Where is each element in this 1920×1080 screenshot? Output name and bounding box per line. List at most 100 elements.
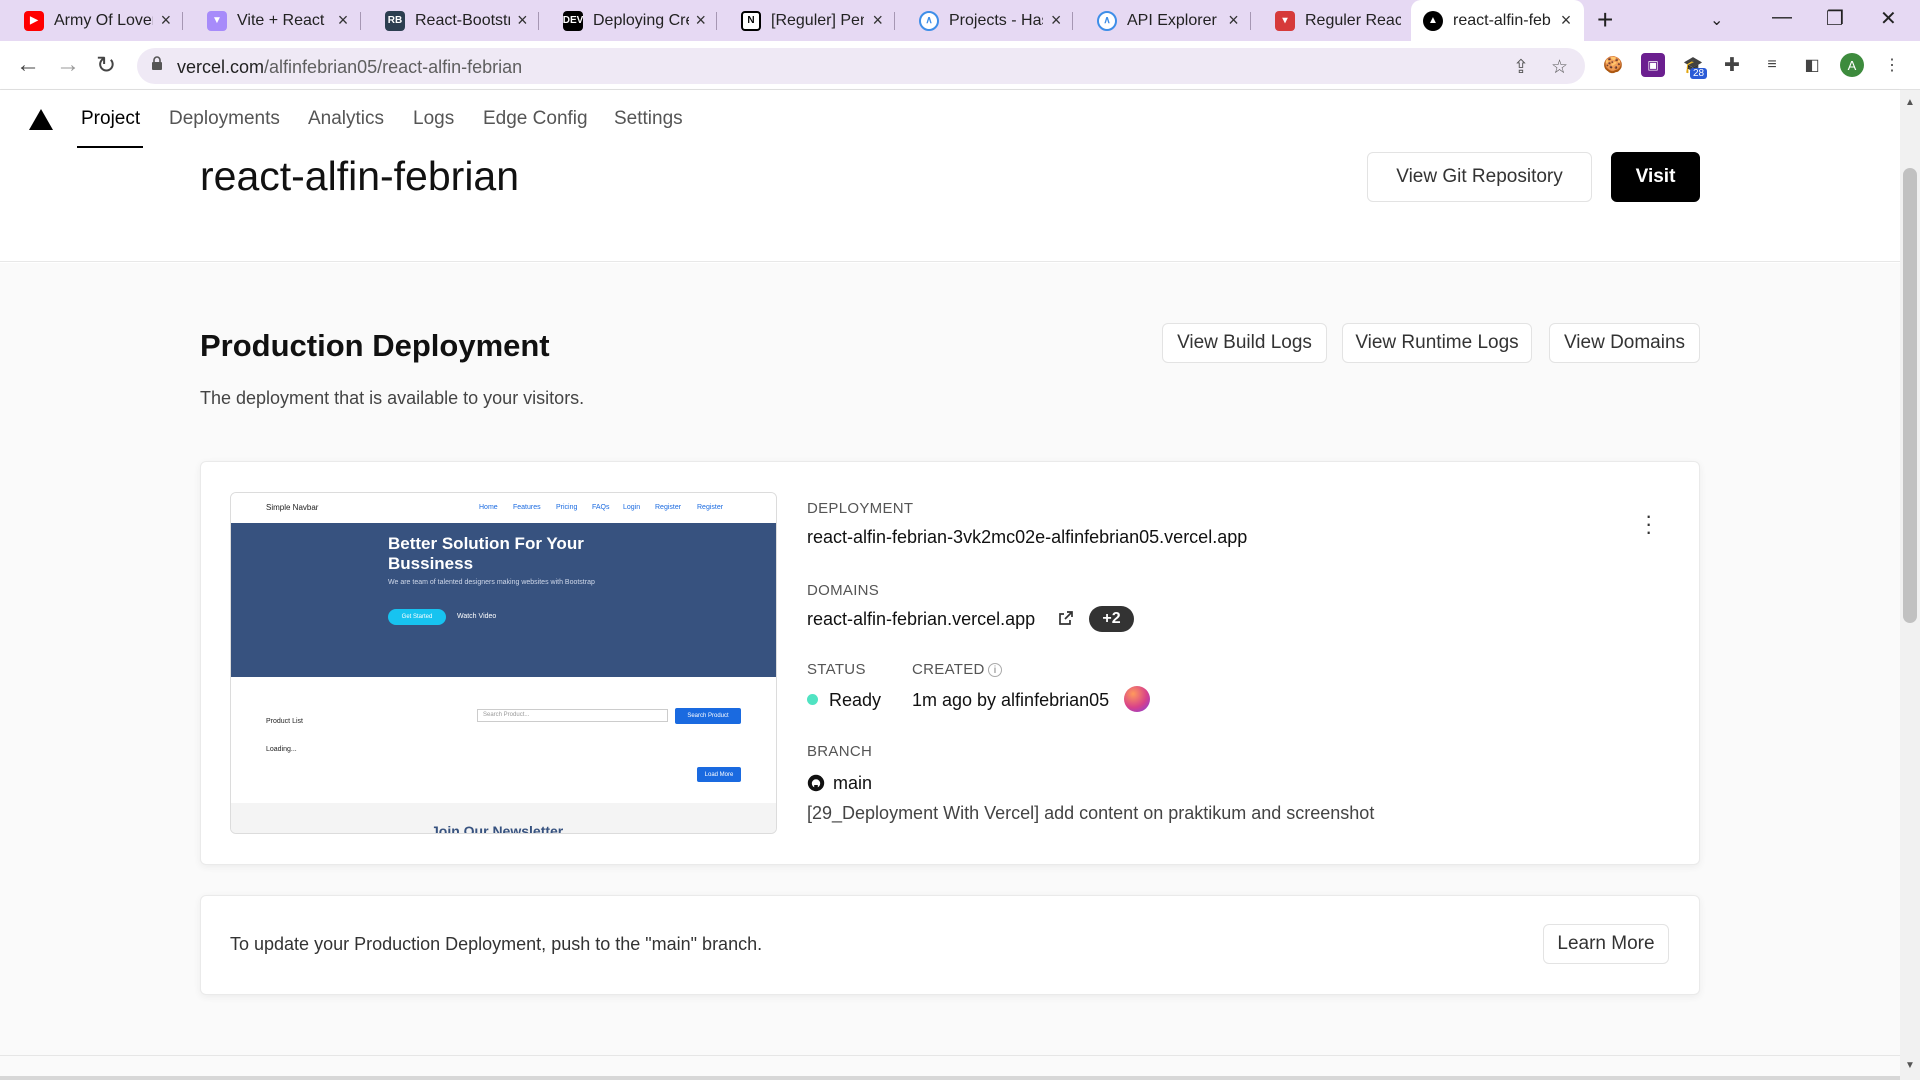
browser-tab-active[interactable]: ▲ react-alfin-feb × [1411, 0, 1584, 41]
reload-icon[interactable]: ↻ [96, 51, 116, 80]
scrollbar-thumb[interactable] [1903, 168, 1917, 623]
preview-nav-link: Features [513, 504, 541, 511]
scroll-up-icon[interactable]: ▲ [1905, 97, 1915, 108]
address-bar[interactable]: vercel.com/alfinfebrian05/react-alfin-fe… [137, 48, 1585, 84]
browser-tab[interactable]: ∧ API Explorer | × [1073, 0, 1251, 41]
browser-menu-icon[interactable]: ⋮ [1880, 53, 1904, 77]
close-tab-icon[interactable]: × [1049, 10, 1063, 31]
preview-nav-link: FAQs [592, 504, 610, 511]
learn-more-button[interactable]: Learn More [1543, 924, 1669, 964]
info-icon[interactable]: i [988, 663, 1002, 677]
tab-deployments[interactable]: Deployments [169, 108, 280, 130]
view-git-repository-button[interactable]: View Git Repository [1367, 152, 1592, 202]
extra-domains-badge[interactable]: +2 [1089, 606, 1134, 632]
view-domains-button[interactable]: View Domains [1549, 323, 1700, 363]
github-icon [807, 774, 825, 792]
view-build-logs-button[interactable]: View Build Logs [1162, 323, 1327, 363]
preview-nav-link: Home [479, 504, 498, 511]
visit-button[interactable]: Visit [1611, 152, 1700, 202]
browser-toolbar: ← → ↻ vercel.com/alfinfebrian05/react-al… [0, 41, 1920, 90]
preview-loading: Loading... [266, 746, 297, 753]
hasura-icon: ∧ [1097, 10, 1117, 31]
cookie-extension-icon[interactable]: 🍪 [1601, 53, 1625, 77]
dev-icon: DEV [563, 10, 583, 31]
preview-search-button: Search Product [675, 708, 741, 724]
browser-tab[interactable]: ▼ Vite + React × [183, 0, 361, 41]
tab-project[interactable]: Project [81, 108, 140, 130]
tab-settings[interactable]: Settings [614, 108, 683, 130]
close-tab-icon[interactable]: × [1558, 10, 1574, 31]
preview-load-more: Load More [697, 767, 741, 782]
extension-icon[interactable]: ▣ [1641, 53, 1665, 77]
preview-watch-video: Watch Video [457, 613, 497, 620]
status-value: Ready [829, 690, 882, 710]
domain-link[interactable]: react-alfin-febrian.vercel.app [807, 609, 1035, 630]
domains-label: DOMAINS [807, 582, 880, 599]
deployment-label: DEPLOYMENT [807, 500, 914, 517]
preview-nav-link: Pricing [556, 504, 578, 511]
bookmark-star-icon[interactable]: ☆ [1551, 56, 1568, 79]
tab-edge-config[interactable]: Edge Config [483, 108, 588, 130]
back-icon[interactable]: ← [16, 51, 40, 79]
url-text: vercel.com/alfinfebrian05/react-alfin-fe… [177, 57, 523, 77]
info-card-text: To update your Production Deployment, pu… [230, 934, 763, 954]
extension-badge: 28 [1690, 68, 1708, 79]
active-tab-indicator [77, 146, 143, 148]
notion-icon: N [741, 10, 761, 31]
browser-tab[interactable]: DEV Deploying Create × [539, 0, 717, 41]
preview-newsletter: Join Our Newsletter [431, 823, 564, 834]
preview-navbar: Simple Navbar Home Features Pricing FAQs… [231, 493, 776, 523]
preview-get-started: Get Started [388, 609, 446, 625]
tab-logs[interactable]: Logs [413, 108, 454, 130]
window-bottom-edge [0, 1076, 1920, 1080]
more-options-icon[interactable]: · · · [1645, 505, 1652, 543]
project-nav: Project Deployments Analytics Logs Edge … [0, 90, 1900, 149]
close-tab-icon[interactable]: × [159, 10, 173, 31]
preview-brand: Simple Navbar [266, 503, 319, 512]
author-avatar[interactable] [1124, 686, 1150, 712]
extensions-puzzle-icon[interactable]: ✚ [1720, 53, 1744, 77]
browser-tab[interactable]: ∧ Projects - Hash × [895, 0, 1073, 41]
status-label: STATUS [807, 661, 866, 678]
media-control-icon[interactable]: ≡ [1760, 53, 1784, 77]
commit-message[interactable]: [29_Deployment With Vercel] add content … [807, 803, 1374, 824]
deployment-url-link[interactable]: react-alfin-febrian-3vk2mc02e-alfinfebri… [807, 527, 1247, 548]
vite-icon: ▼ [207, 10, 227, 31]
project-title: react-alfin-febrian [200, 153, 520, 199]
browser-tab[interactable]: ▾ Reguler React [1251, 0, 1411, 41]
vercel-icon: ▲ [1423, 10, 1443, 31]
preview-hero-title: Better Solution For Your Bussiness [388, 534, 584, 573]
close-tab-icon[interactable]: × [335, 10, 351, 31]
preview-nav-link: Login [623, 504, 641, 511]
view-runtime-logs-button[interactable]: View Runtime Logs [1342, 323, 1532, 363]
lock-icon[interactable] [151, 56, 163, 70]
close-tab-icon[interactable]: × [695, 10, 707, 31]
close-window-icon[interactable]: ✕ [1880, 6, 1897, 31]
tab-strip: ▶ Army Of Lovers × ▼ Vite + React × RB R… [0, 0, 1920, 41]
external-link-icon[interactable] [1058, 610, 1074, 626]
profile-avatar[interactable]: A [1840, 53, 1864, 77]
scroll-down-icon[interactable]: ▼ [1905, 1060, 1915, 1071]
tab-search-icon[interactable]: ⌄ [1710, 10, 1723, 30]
browser-tab[interactable]: N [Reguler] Pem × [717, 0, 895, 41]
forward-icon[interactable]: → [56, 51, 80, 79]
browser-tab[interactable]: RB React-Bootstrap × [361, 0, 539, 41]
divider [0, 1055, 1900, 1056]
branch-value[interactable]: main [833, 773, 872, 794]
preview-product-list: Product List [266, 718, 303, 725]
close-tab-icon[interactable]: × [870, 10, 885, 31]
tab-analytics[interactable]: Analytics [308, 108, 384, 130]
share-icon[interactable]: ⇪ [1513, 56, 1529, 79]
vercel-logo-icon[interactable] [29, 109, 53, 130]
new-tab-icon[interactable]: + [1597, 4, 1613, 36]
created-value: 1m ago by alfinfebrian05 [912, 690, 1110, 710]
minimize-icon[interactable]: — [1772, 6, 1792, 29]
browser-tab[interactable]: ▶ Army Of Lovers × [0, 0, 183, 41]
production-deployment-title: Production Deployment [200, 328, 550, 363]
preview-hero-text: We are team of talented designers making… [388, 579, 595, 586]
restore-icon[interactable]: ❐ [1826, 6, 1844, 31]
close-tab-icon[interactable]: × [516, 10, 529, 31]
close-tab-icon[interactable]: × [1226, 10, 1241, 31]
deployment-preview-screenshot[interactable]: Simple Navbar Home Features Pricing FAQs… [230, 492, 777, 834]
side-panel-icon[interactable]: ◧ [1800, 53, 1824, 77]
